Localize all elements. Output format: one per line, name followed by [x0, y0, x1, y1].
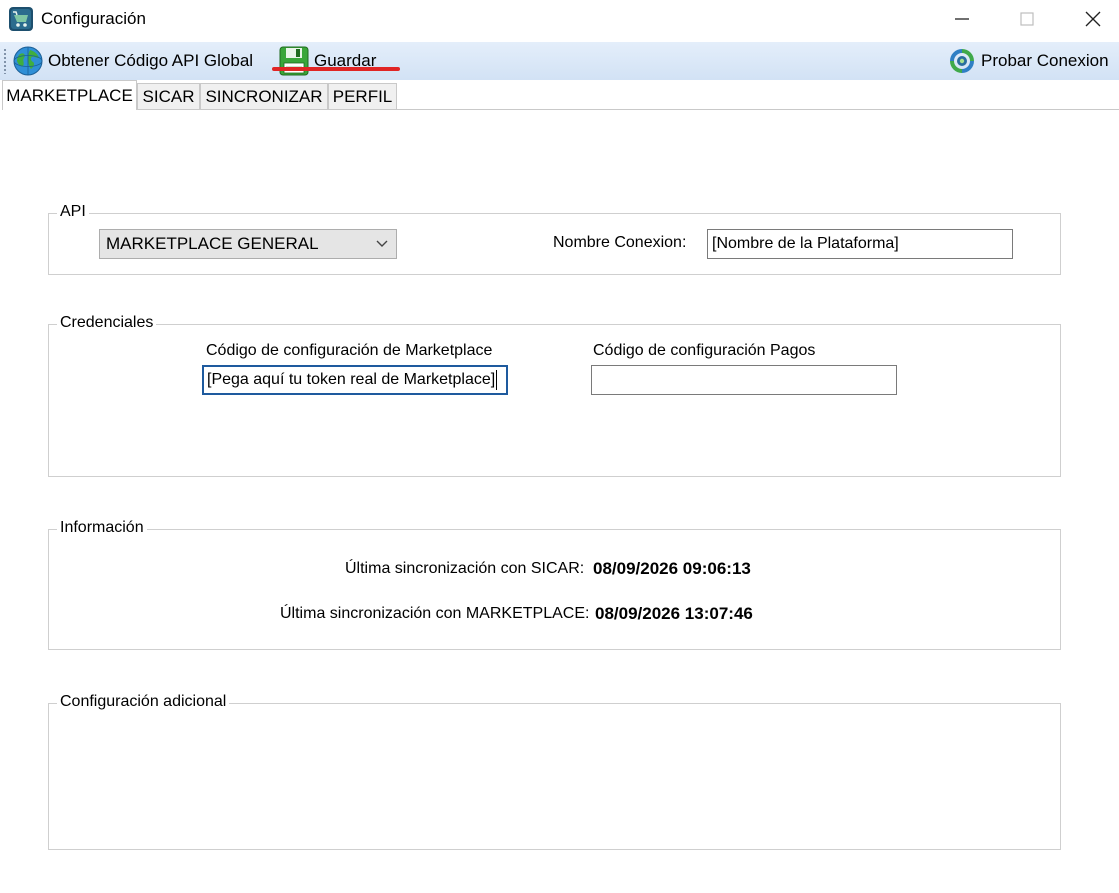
tab-sicar[interactable]: SICAR	[137, 83, 200, 110]
last-sync-marketplace-label: Última sincronización con MARKETPLACE:	[280, 605, 590, 622]
api-legend: API	[57, 203, 89, 221]
marketplace-code-label: Código de configuración de Marketplace	[206, 342, 493, 359]
credentials-groupbox: Credenciales	[48, 314, 1061, 477]
close-button[interactable]	[1063, 0, 1119, 38]
save-highlight-mark	[272, 67, 400, 71]
api-select[interactable]: MARKETPLACE GENERAL	[99, 229, 397, 259]
last-sync-marketplace-value: 08/09/2026 13:07:46	[595, 604, 753, 623]
connection-name-value: [Nombre de la Plataforma]	[712, 235, 899, 252]
connection-name-input[interactable]: [Nombre de la Plataforma]	[707, 229, 1013, 259]
api-select-value: MARKETPLACE GENERAL	[106, 234, 319, 253]
minimize-icon	[955, 18, 969, 20]
tab-sincronizar[interactable]: SINCRONIZAR	[200, 83, 328, 110]
last-sync-sicar-label: Última sincronización con SICAR:	[345, 560, 585, 577]
tab-marketplace[interactable]: MARKETPLACE	[2, 80, 137, 110]
maximize-icon	[1020, 12, 1034, 26]
test-connection-button[interactable]: Probar Conexion	[947, 45, 1109, 77]
toolbar: Obtener Código API Global Guardar Probar…	[0, 42, 1119, 80]
tab-strip: MARKETPLACE SICAR SINCRONIZAR PERFIL	[0, 80, 1119, 110]
credentials-legend: Credenciales	[57, 314, 157, 332]
chevron-down-icon	[376, 240, 388, 247]
globe-icon	[13, 46, 43, 76]
additional-config-legend: Configuración adicional	[57, 693, 230, 711]
additional-config-groupbox: Configuración adicional	[48, 693, 1061, 850]
payments-code-label: Código de configuración Pagos	[593, 342, 816, 359]
maximize-button[interactable]	[997, 0, 1057, 38]
marketplace-code-input[interactable]: [Pega aquí tu token real de Marketplace]	[202, 365, 508, 395]
last-sync-sicar-value: 08/09/2026 09:06:13	[593, 559, 751, 578]
tab-perfil[interactable]: PERFIL	[328, 83, 397, 110]
get-global-api-label: Obtener Código API Global	[48, 51, 254, 70]
info-groupbox: Información	[48, 519, 1061, 650]
get-global-api-button[interactable]: Obtener Código API Global	[12, 45, 253, 77]
marketplace-code-value: [Pega aquí tu token real de Marketplace]	[207, 371, 496, 388]
refresh-connection-icon	[950, 49, 974, 73]
connection-name-label: Nombre Conexion:	[553, 234, 687, 251]
title-bar: Configuración	[0, 0, 1119, 40]
close-icon	[1085, 11, 1101, 27]
window-title: Configuración	[41, 9, 146, 28]
floppy-disk-icon	[279, 46, 309, 76]
info-legend: Información	[57, 519, 147, 537]
minimize-button[interactable]	[932, 0, 992, 38]
text-caret	[496, 370, 498, 390]
test-connection-label: Probar Conexion	[981, 51, 1109, 70]
save-button[interactable]: Guardar	[278, 45, 376, 77]
payments-code-input[interactable]	[591, 365, 897, 395]
toolbar-grip[interactable]	[3, 48, 7, 74]
app-icon	[9, 7, 33, 31]
